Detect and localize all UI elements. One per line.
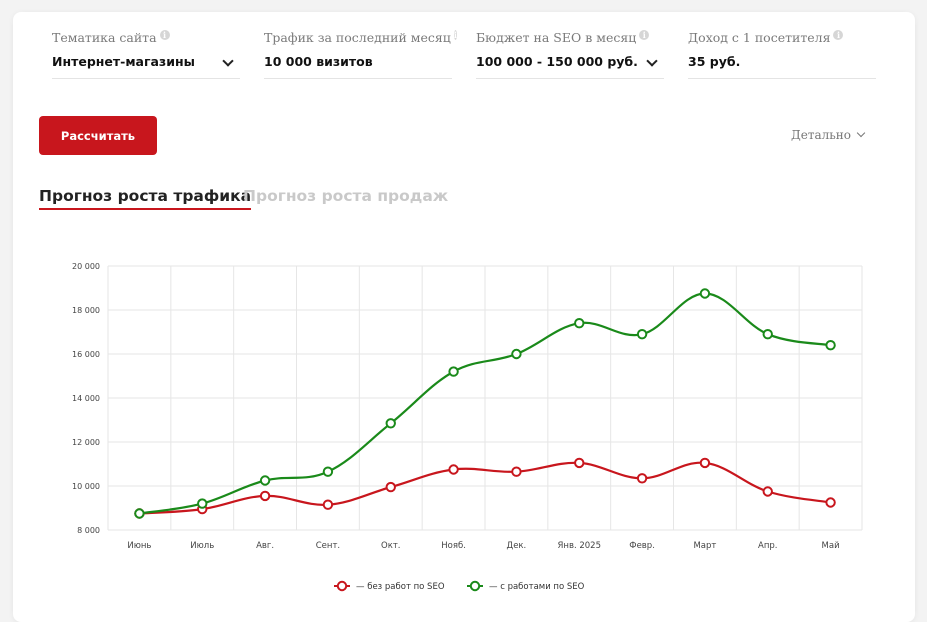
data-point [322, 466, 334, 477]
y-tick-label: 20 000 [72, 262, 100, 271]
y-tick-label: 8 000 [77, 526, 100, 535]
data-point [699, 457, 711, 469]
data-point [259, 490, 271, 502]
y-tick-label: 10 000 [72, 482, 100, 491]
data-point [762, 486, 773, 497]
data-point [636, 329, 648, 340]
legend-label: — с работами по SEO [489, 582, 585, 592]
x-tick-label: Май [822, 541, 840, 551]
x-tick-label: Дек. [507, 541, 527, 551]
data-point [134, 508, 145, 519]
data-point [197, 498, 208, 509]
x-tick-label: Авг. [256, 541, 274, 551]
data-point [448, 366, 459, 377]
traffic-forecast-chart: 8 000 10 000 12 000 14 000 16 000 18 000 20 00… [72, 262, 863, 592]
x-tick-label: Февр. [629, 541, 655, 551]
data-point [574, 457, 585, 469]
data-point [511, 348, 522, 360]
y-tick-label: 14 000 [72, 394, 100, 403]
legend-marker [336, 580, 348, 592]
data-point [636, 473, 648, 484]
x-tick-label: Апр. [758, 541, 777, 551]
data-point [322, 499, 334, 510]
legend-label: — без работ по SEO [356, 582, 445, 592]
y-tick-label: 18 000 [72, 306, 100, 315]
data-point [762, 329, 773, 340]
x-tick-label: Июль [190, 541, 214, 551]
x-tick-label: Март [693, 541, 716, 551]
data-point [448, 464, 459, 475]
data-point [385, 481, 396, 493]
data-point [511, 466, 522, 477]
y-tick-label: 12 000 [72, 438, 100, 447]
x-tick-label: Окт. [381, 541, 400, 551]
data-point [825, 340, 836, 351]
data-point [825, 497, 836, 508]
x-tick-label: Сент. [316, 541, 340, 551]
legend-marker [469, 580, 481, 592]
data-point [699, 288, 711, 299]
data-point [259, 475, 271, 486]
data-point [385, 418, 396, 429]
data-point [574, 318, 585, 329]
y-tick-label: 16 000 [72, 350, 100, 359]
x-tick-label: Нояб. [441, 541, 466, 551]
x-tick-label: Июнь [127, 541, 151, 551]
x-tick-label: Янв. 2025 [557, 541, 601, 551]
